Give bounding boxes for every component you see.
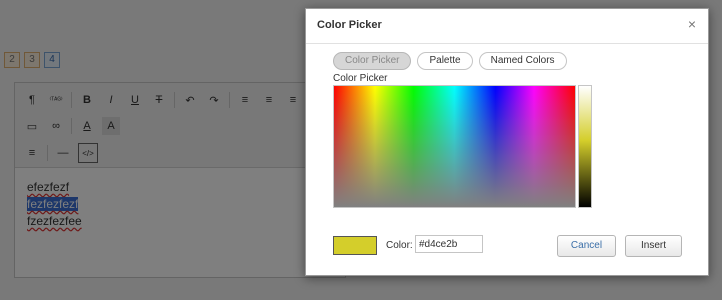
color-spectrum[interactable] — [333, 85, 576, 208]
cancel-button[interactable]: Cancel — [557, 235, 616, 257]
dialog-title: Color Picker — [317, 19, 382, 31]
color-hex-input[interactable] — [415, 235, 483, 253]
tab-named-colors[interactable]: Named Colors — [478, 52, 567, 70]
tab-color-picker[interactable]: Color Picker — [333, 52, 412, 70]
brightness-slider[interactable] — [578, 85, 592, 208]
tab-palette[interactable]: Palette — [417, 52, 473, 70]
color-picker-dialog: Color Picker × Color Picker Palette Name… — [305, 8, 709, 276]
close-icon[interactable]: × — [688, 17, 696, 31]
dialog-header: Color Picker × — [306, 9, 708, 44]
picker-tabs: Color Picker Palette Named Colors — [333, 52, 567, 70]
color-field-label: Color: — [386, 240, 413, 251]
color-preview-swatch — [333, 236, 377, 255]
picker-section-label: Color Picker — [333, 73, 388, 84]
insert-button[interactable]: Insert — [625, 235, 682, 257]
